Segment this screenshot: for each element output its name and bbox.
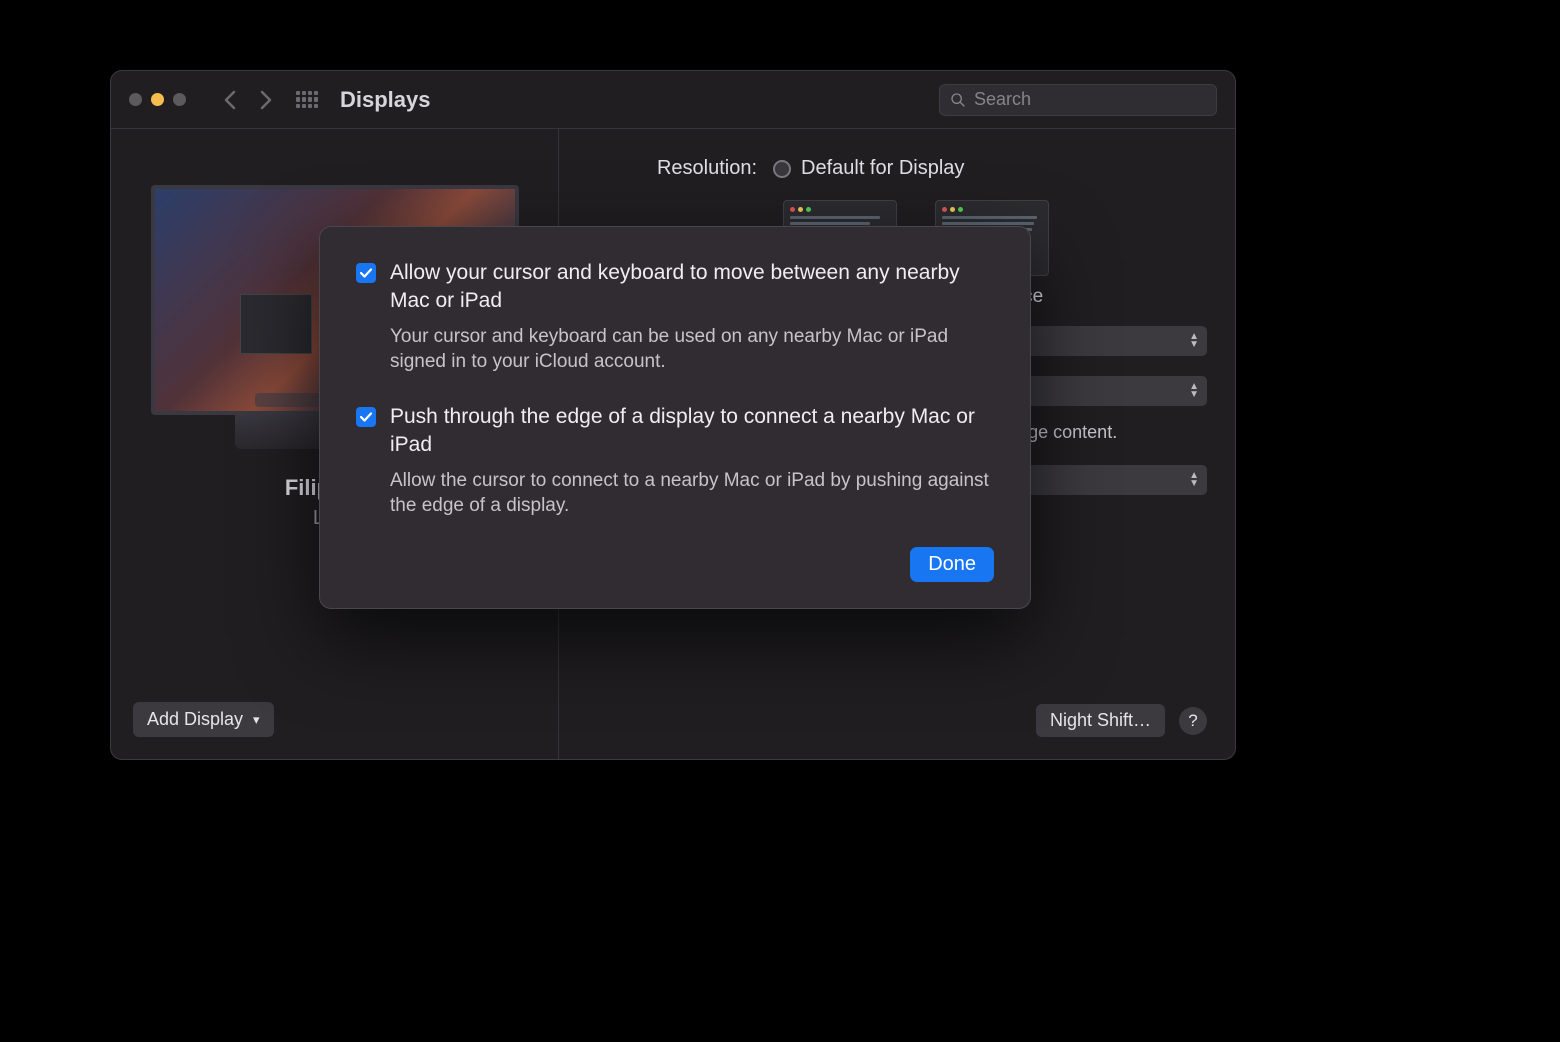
show-all-icon[interactable] bbox=[296, 91, 318, 109]
updown-icon: ▲▼ bbox=[1189, 472, 1199, 488]
updown-icon: ▲▼ bbox=[1189, 383, 1199, 399]
option-title: Allow your cursor and keyboard to move b… bbox=[390, 259, 994, 316]
search-icon bbox=[950, 91, 966, 109]
window-title: Displays bbox=[340, 87, 431, 113]
sheet-footer: Done bbox=[356, 547, 994, 582]
option-title: Push through the edge of a display to co… bbox=[390, 403, 994, 460]
minimize-window-button[interactable] bbox=[151, 93, 164, 106]
resolution-row: Resolution: Default for Display bbox=[587, 157, 1207, 180]
help-button[interactable]: ? bbox=[1179, 707, 1207, 735]
add-display-label: Add Display bbox=[147, 709, 243, 730]
maximize-window-button[interactable] bbox=[173, 93, 186, 106]
resolution-label: Resolution: bbox=[587, 157, 773, 180]
back-button[interactable] bbox=[216, 86, 244, 114]
search-input[interactable] bbox=[974, 89, 1206, 110]
resolution-default-radio[interactable] bbox=[773, 160, 791, 178]
sheet-text: Allow your cursor and keyboard to move b… bbox=[390, 259, 994, 375]
checkbox-push-through[interactable] bbox=[356, 407, 376, 427]
updown-icon: ▲▼ bbox=[1189, 333, 1199, 349]
bottom-button-row: Night Shift… ? bbox=[587, 704, 1207, 737]
checkmark-icon bbox=[359, 410, 373, 424]
checkmark-icon bbox=[359, 266, 373, 280]
universal-control-sheet: Allow your cursor and keyboard to move b… bbox=[319, 226, 1031, 609]
sheet-option-allow-cursor: Allow your cursor and keyboard to move b… bbox=[356, 259, 994, 375]
option-description: Your cursor and keyboard can be used on … bbox=[390, 324, 994, 375]
search-field[interactable] bbox=[939, 84, 1217, 116]
traffic-lights bbox=[129, 93, 186, 106]
add-display-button[interactable]: Add Display ▾ bbox=[133, 702, 274, 737]
done-button[interactable]: Done bbox=[910, 547, 994, 582]
sheet-option-push-through: Push through the edge of a display to co… bbox=[356, 403, 994, 519]
forward-button[interactable] bbox=[252, 86, 280, 114]
chevron-down-icon: ▾ bbox=[253, 712, 260, 728]
option-description: Allow the cursor to connect to a nearby … bbox=[390, 468, 994, 519]
close-window-button[interactable] bbox=[129, 93, 142, 106]
titlebar: Displays bbox=[111, 71, 1235, 129]
night-shift-button[interactable]: Night Shift… bbox=[1036, 704, 1165, 737]
resolution-default-label: Default for Display bbox=[801, 157, 964, 180]
sheet-text: Push through the edge of a display to co… bbox=[390, 403, 994, 519]
checkbox-allow-cursor[interactable] bbox=[356, 263, 376, 283]
